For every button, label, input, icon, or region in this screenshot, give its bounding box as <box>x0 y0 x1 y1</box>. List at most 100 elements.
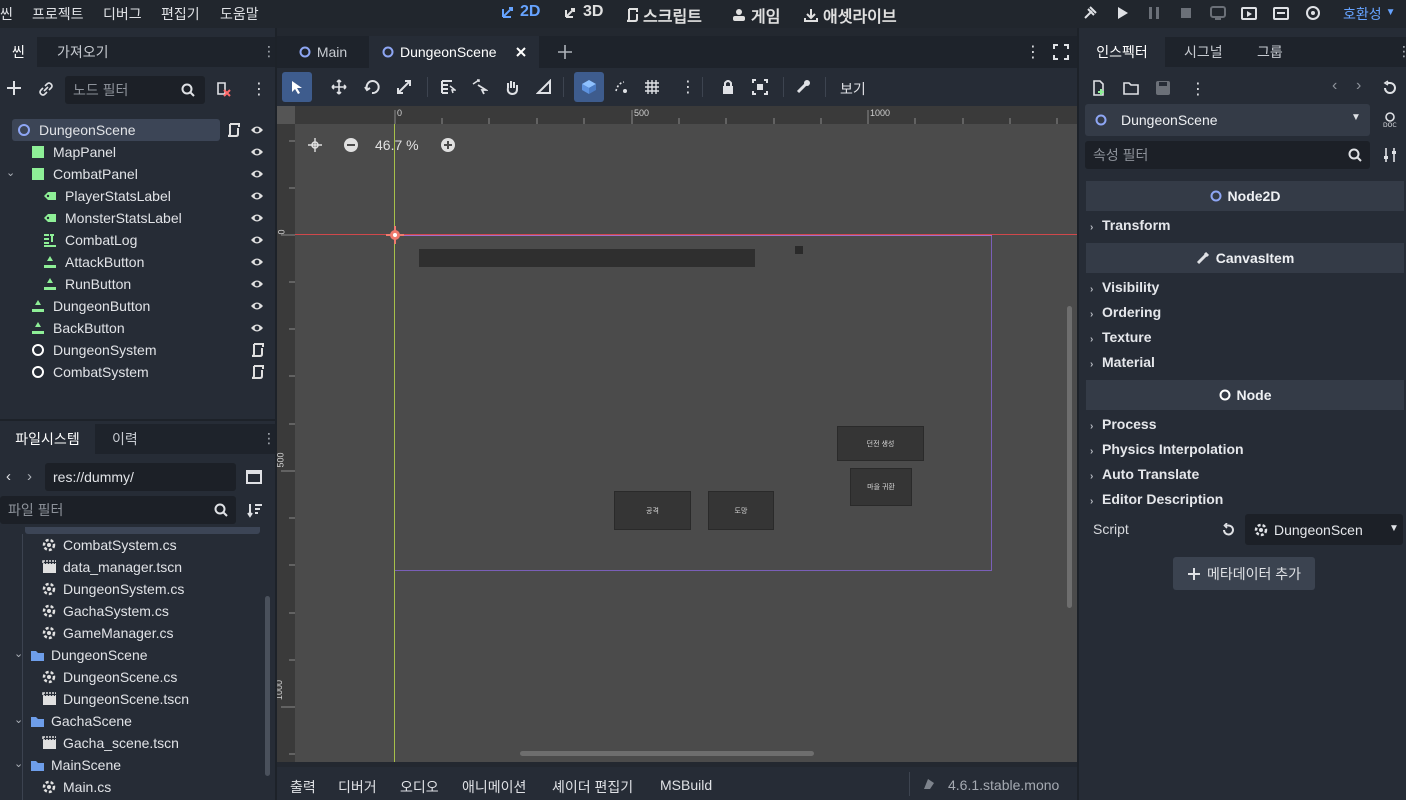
lock-icon[interactable] <box>720 79 736 95</box>
bottom-tab-output[interactable]: 출력 <box>290 777 316 797</box>
add-metadata-button[interactable]: 메타데이터 추가 <box>1173 557 1315 590</box>
expand-icon[interactable]: ⌄ <box>6 166 15 179</box>
movie-maker-icon[interactable] <box>1305 5 1321 21</box>
dock-menu-icon[interactable]: ⋮ <box>262 43 276 60</box>
version-label[interactable]: 4.6.1.stable.mono <box>948 777 1059 793</box>
snap-menu-icon[interactable]: ⋮ <box>680 77 696 97</box>
tab-filesystem[interactable]: 파일시스템 <box>0 424 95 454</box>
visibility-icon[interactable] <box>250 146 264 158</box>
play-icon[interactable] <box>1114 5 1130 21</box>
pause-icon[interactable] <box>1146 5 1162 21</box>
play-custom-scene-icon[interactable] <box>1273 5 1289 21</box>
menu-scene[interactable]: 씬 <box>0 4 13 24</box>
section-canvasitem[interactable]: CanvasItem <box>1086 243 1404 273</box>
fs-scrollbar[interactable] <box>265 596 270 776</box>
menu-project[interactable]: 프로젝트 <box>32 4 84 24</box>
attach-script-icon[interactable] <box>215 81 231 97</box>
tab-dungeonscene[interactable]: DungeonScene <box>369 36 539 68</box>
fullscreen-icon[interactable] <box>1053 44 1069 60</box>
prop-visibility[interactable]: › Visibility <box>1090 279 1159 295</box>
tab-groups[interactable]: 그룹 <box>1257 37 1283 67</box>
grid-snap-icon[interactable] <box>644 79 660 95</box>
prop-editor-description[interactable]: › Editor Description <box>1090 491 1223 507</box>
map-panel[interactable] <box>419 249 755 267</box>
visibility-icon[interactable] <box>250 168 264 180</box>
center-view-icon[interactable] <box>307 137 323 153</box>
select-tool-icon[interactable] <box>282 72 312 102</box>
back-icon[interactable]: ‹ <box>6 468 11 485</box>
property-filter-input[interactable]: 속성 필터 <box>1085 141 1370 169</box>
zoom-out-icon[interactable] <box>343 137 359 153</box>
folder-item[interactable]: ⌄ GachaScene <box>0 710 262 732</box>
new-resource-icon[interactable] <box>1091 80 1107 96</box>
tree-item-player-stats-label[interactable]: PlayerStatsLabel <box>0 185 275 207</box>
scale-tool-icon[interactable] <box>396 79 412 95</box>
group-icon[interactable] <box>752 79 768 95</box>
tree-item-dungeon-button[interactable]: DungeonButton <box>0 295 275 317</box>
workspace-game[interactable]: 게임 <box>732 3 780 27</box>
bottom-tab-shader-editor[interactable]: 셰이더 편집기 <box>552 777 633 797</box>
zoom-level[interactable]: 46.7 % <box>375 137 419 153</box>
stop-icon[interactable] <box>1178 5 1194 21</box>
tree-item-combat-panel[interactable]: ⌄ CombatPanel <box>0 163 275 185</box>
add-node-icon[interactable] <box>6 80 22 96</box>
section-node[interactable]: Node <box>1086 380 1404 410</box>
visibility-icon[interactable] <box>250 190 264 202</box>
node-filter-input[interactable]: 노드 필터 <box>65 76 205 104</box>
pivot-tool-icon[interactable] <box>472 79 488 95</box>
renderer-select[interactable]: 호환성 ▼ <box>1343 4 1396 24</box>
scene-menu-icon[interactable]: ⋮ <box>251 79 267 99</box>
remote-deploy-icon[interactable] <box>1210 5 1226 21</box>
workspace-assetlib[interactable]: 애셋라이브 <box>804 3 897 27</box>
snap-options-icon[interactable] <box>613 79 629 95</box>
section-node2d[interactable]: Node2D <box>1086 181 1404 211</box>
run-button[interactable]: 도망 <box>708 491 774 530</box>
pan-tool-icon[interactable] <box>504 79 520 95</box>
tab-import[interactable]: 가져오기 <box>57 37 109 67</box>
fs-menu-icon[interactable]: ⋮ <box>262 430 276 447</box>
tree-item-map-panel[interactable]: MapPanel <box>0 141 275 163</box>
close-icon[interactable] <box>515 46 527 58</box>
resource-menu-icon[interactable]: ⋮ <box>1190 79 1206 99</box>
prop-material[interactable]: › Material <box>1090 354 1155 370</box>
visibility-icon[interactable] <box>250 300 264 312</box>
link-icon[interactable] <box>38 81 54 97</box>
tree-item-back-button[interactable]: BackButton <box>0 317 275 339</box>
file-filter-input[interactable]: 파일 필터 <box>0 496 236 524</box>
tree-item-monster-stats-label[interactable]: MonsterStatsLabel <box>0 207 275 229</box>
tab-history[interactable]: 이력 <box>112 424 138 454</box>
smart-snap-icon[interactable] <box>574 72 604 102</box>
tree-item-combat-system[interactable]: CombatSystem <box>0 361 275 383</box>
tabs-menu-icon[interactable]: ⋮ <box>1025 42 1041 62</box>
file-item[interactable]: DungeonScene.cs <box>0 666 262 688</box>
history-icon[interactable] <box>1382 80 1398 96</box>
visibility-icon[interactable] <box>250 212 264 224</box>
save-icon[interactable] <box>1155 80 1171 96</box>
file-item[interactable]: DungeonScene.tscn <box>0 688 262 710</box>
folder-item[interactable]: ⌄ DungeonScene <box>0 644 262 666</box>
add-tab-icon[interactable] <box>557 44 573 60</box>
layout-toggle-icon[interactable] <box>246 469 262 485</box>
dungeon-button[interactable]: 던전 생성 <box>837 426 924 461</box>
combat-panel[interactable] <box>795 246 803 254</box>
prop-ordering[interactable]: › Ordering <box>1090 304 1161 320</box>
menu-help[interactable]: 도움말 <box>220 4 259 24</box>
menu-debug[interactable]: 디버그 <box>103 4 142 24</box>
menu-editor[interactable]: 편집기 <box>161 4 200 24</box>
sort-icon[interactable] <box>247 502 263 518</box>
tab-signals[interactable]: 시그널 <box>1184 37 1223 67</box>
zoom-in-icon[interactable] <box>440 137 456 153</box>
history-back-icon[interactable]: ‹ <box>1332 77 1337 95</box>
workspace-2d[interactable]: 2D <box>501 3 540 21</box>
back-button[interactable]: 마을 귀환 <box>850 468 912 506</box>
history-forward-icon[interactable]: › <box>1356 77 1361 95</box>
visibility-icon[interactable] <box>250 322 264 334</box>
ruler-tool-icon[interactable] <box>536 79 552 95</box>
forward-icon[interactable]: › <box>27 468 32 485</box>
tree-item-dungeon-scene[interactable]: ⌄DungeonScene <box>0 119 275 141</box>
list-select-icon[interactable] <box>440 79 456 95</box>
path-field[interactable]: res://dummy/ <box>45 463 236 491</box>
tree-item-attack-button[interactable]: AttackButton <box>0 251 275 273</box>
script-icon[interactable] <box>250 365 264 379</box>
script-value-field[interactable]: DungeonScen ▼ <box>1245 514 1403 545</box>
